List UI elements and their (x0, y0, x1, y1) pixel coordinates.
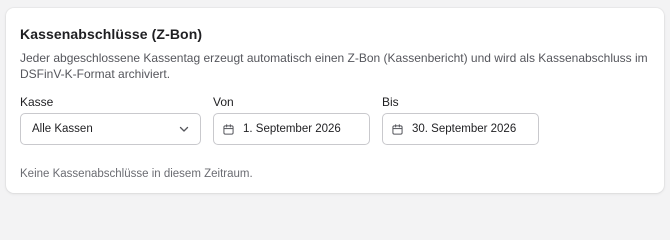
filter-row: Kasse Alle Kassen Von 1. September 2026 (20, 95, 650, 145)
kasse-select-value: Alle Kassen (32, 123, 93, 135)
bis-field: Bis 30. September 2026 (382, 95, 539, 145)
kasse-select[interactable]: Alle Kassen (20, 113, 201, 145)
von-date-input[interactable]: 1. September 2026 (213, 113, 370, 145)
z-bon-card: Kassenabschlüsse (Z-Bon) Jeder abgeschlo… (6, 8, 664, 193)
empty-state-text: Keine Kassenabschlüsse in diesem Zeitrau… (20, 168, 253, 180)
von-date-value: 1. September 2026 (243, 123, 341, 135)
chevron-down-icon (179, 126, 189, 132)
bis-date-input[interactable]: 30. September 2026 (382, 113, 539, 145)
von-label: Von (213, 95, 234, 109)
kasse-label: Kasse (20, 95, 54, 109)
kasse-field: Kasse Alle Kassen (20, 95, 201, 145)
bis-date-value: 30. September 2026 (412, 123, 517, 135)
bis-label: Bis (382, 95, 399, 109)
section-description: Jeder abgeschlossene Kassentag erzeugt a… (20, 51, 648, 81)
calendar-icon (223, 123, 234, 135)
von-field: Von 1. September 2026 (213, 95, 370, 145)
calendar-icon (392, 123, 403, 135)
section-title: Kassenabschlüsse (Z-Bon) (20, 26, 203, 42)
